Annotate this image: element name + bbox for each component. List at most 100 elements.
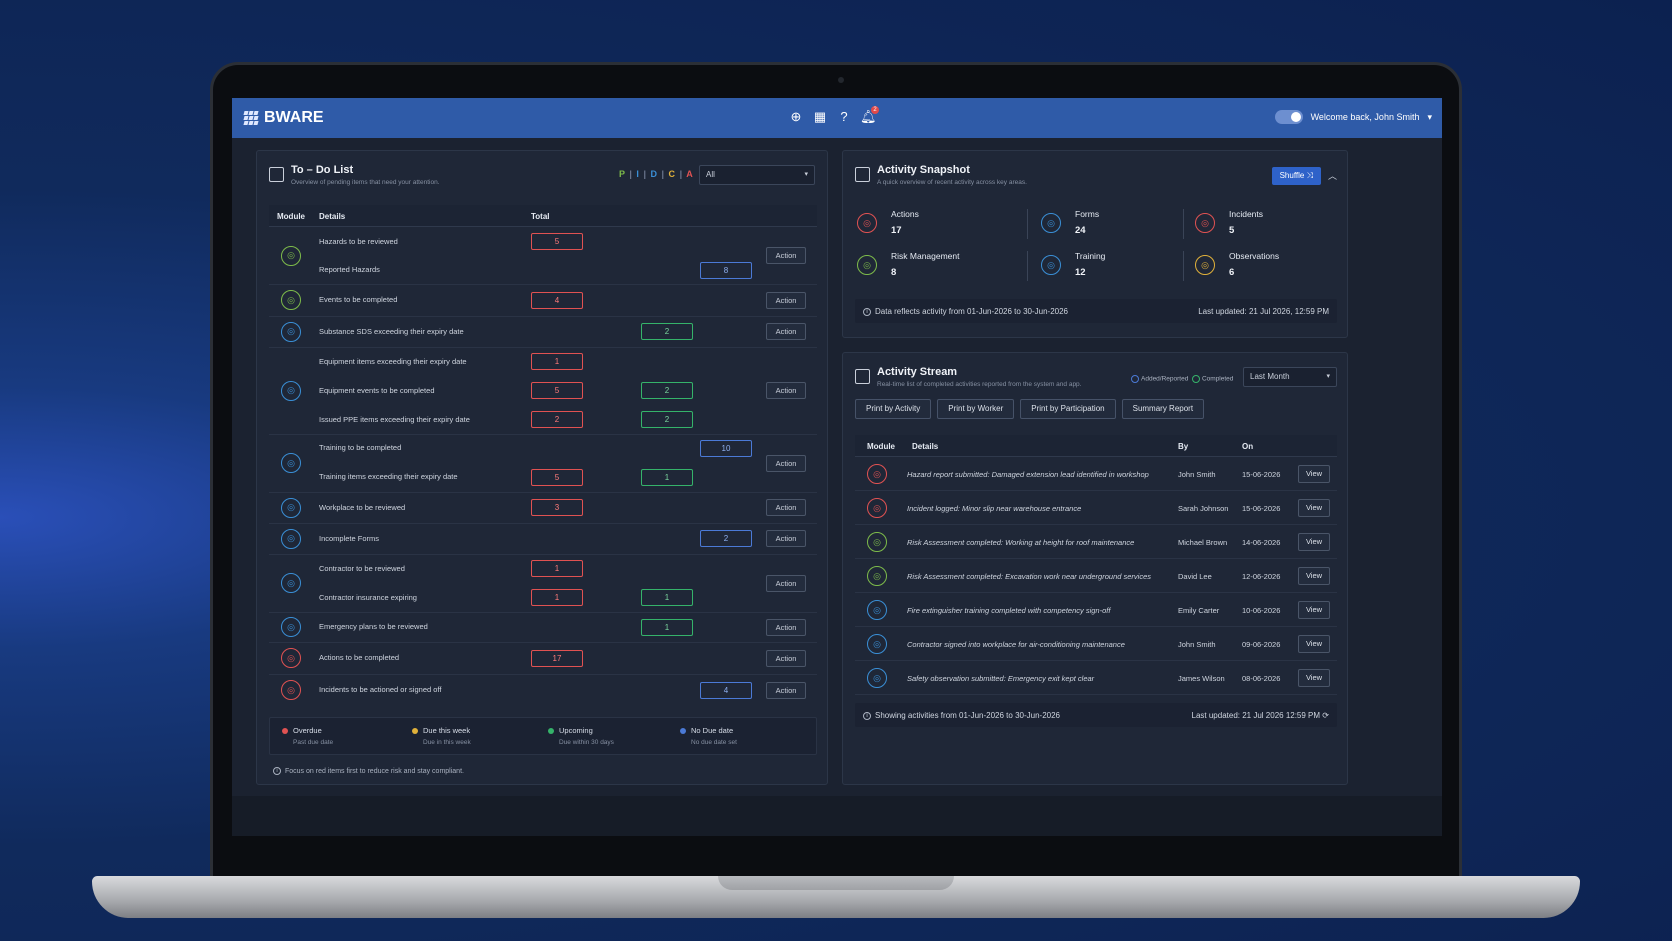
count-badge-blue[interactable]: 2 — [700, 530, 752, 547]
stat-value: 5 — [1229, 225, 1235, 236]
action-button[interactable]: Action — [766, 681, 806, 699]
refresh-icon[interactable]: ⟳ — [1322, 711, 1329, 720]
print-by-participation-button[interactable]: Print by Participation — [1020, 399, 1116, 419]
print-button-row: Print by Activity Print by Worker Print … — [855, 399, 1205, 419]
count-badge-red[interactable]: 5 — [531, 382, 583, 399]
notification-badge: 2 — [871, 106, 879, 114]
count-badge-green[interactable]: 1 — [641, 468, 693, 486]
app-screen: BWARE ⊕ ▦ ? 🔔︎ 2 Welcome back, John Smith… — [232, 98, 1442, 836]
col-on: On — [1242, 442, 1254, 451]
substance-icon: ◎ — [281, 321, 301, 342]
theme-toggle[interactable] — [1274, 110, 1303, 124]
stream-detail: Safety observation submitted: Emergency … — [907, 674, 1095, 683]
todo-row-detail: Training items exceeding their expiry da… — [319, 472, 458, 481]
observation-icon: ◎ — [1195, 255, 1215, 275]
col-details: Details — [912, 442, 939, 451]
stream-row: ◎ Risk Assessment completed: Working at h… — [855, 525, 1337, 559]
todo-row-detail: Emergency plans to be reviewed — [319, 622, 428, 631]
stream-status-legend: Added/Reported Completed — [1131, 375, 1233, 383]
action-button[interactable]: Action — [766, 499, 806, 516]
count-badge-red[interactable]: 17 — [531, 649, 583, 667]
action-button[interactable]: Action — [766, 454, 806, 472]
view-button[interactable]: View — [1298, 601, 1330, 619]
filter-letter-p[interactable]: P — [619, 169, 626, 179]
count-badge-blue[interactable]: 8 — [700, 261, 752, 279]
print-by-activity-button[interactable]: Print by Activity — [855, 399, 932, 419]
shuffle-icon: ⤨ — [1306, 171, 1313, 180]
count-badge-red[interactable]: 2 — [531, 411, 583, 428]
rocket-icon: ◎ — [857, 213, 877, 233]
brand-logo[interactable]: BWARE — [243, 109, 324, 127]
view-button[interactable]: View — [1298, 567, 1330, 585]
count-badge-green[interactable]: 2 — [641, 411, 693, 428]
count-badge-green[interactable]: 1 — [641, 589, 693, 606]
action-button[interactable]: Action — [766, 649, 806, 667]
filter-letter-i[interactable]: I — [636, 169, 640, 179]
shuffle-button[interactable]: Shuffle ⤨ — [1271, 167, 1321, 185]
stream-by: Michael Brown — [1178, 538, 1228, 547]
snapshot-subtitle: A quick overview of recent activity acro… — [877, 179, 1027, 186]
stream-detail: Hazard report submitted: Damaged extensi… — [907, 470, 1149, 479]
stat-value: 17 — [891, 225, 902, 236]
todo-row-detail: Equipment items exceeding their expiry d… — [319, 356, 467, 366]
help-icon[interactable]: ? — [836, 109, 852, 125]
stream-row: ◎ Incident logged: Minor slip near wareho… — [855, 491, 1337, 525]
count-badge-red[interactable]: 5 — [531, 468, 583, 486]
action-button[interactable]: Action — [766, 291, 806, 309]
view-button[interactable]: View — [1298, 669, 1330, 687]
count-badge-red[interactable]: 1 — [531, 589, 583, 606]
stream-footer: i Showing activities from 01-Jun-2026 to … — [855, 703, 1337, 727]
legend-overdue: Overdue Past due date — [282, 726, 333, 746]
module-icon: ◎ — [867, 532, 887, 552]
action-button[interactable]: Action — [766, 382, 806, 399]
count-badge-blue[interactable]: 4 — [700, 681, 752, 699]
apps-grid-icon[interactable]: ▦ — [812, 109, 828, 125]
laptop-base — [92, 876, 1580, 918]
count-badge-red[interactable]: 1 — [531, 560, 583, 577]
legend-upcoming: Upcoming Due within 30 days — [548, 726, 614, 746]
todo-subtitle: Overview of pending items that need your… — [291, 179, 440, 186]
todo-filter-select[interactable]: All — [699, 165, 815, 185]
add-circle-icon[interactable]: ⊕ — [788, 109, 804, 125]
filter-letter-a[interactable]: A — [686, 169, 694, 179]
action-button[interactable]: Action — [766, 323, 806, 340]
print-by-worker-button[interactable]: Print by Worker — [937, 399, 1015, 419]
count-badge-red[interactable]: 3 — [531, 499, 583, 516]
filter-letter-c[interactable]: C — [669, 169, 677, 179]
info-icon: i — [863, 711, 871, 720]
bell-icon[interactable]: 🔔︎ 2 — [860, 106, 879, 125]
count-badge-green[interactable]: 2 — [641, 382, 693, 399]
collapse-icon[interactable]: ︿ — [1328, 169, 1337, 182]
view-button[interactable]: View — [1298, 499, 1330, 517]
module-filter-letters[interactable]: P | I | D | C | A — [619, 169, 694, 179]
stat-label: Actions — [891, 209, 919, 219]
todo-row-detail: Contractor to be reviewed — [319, 563, 405, 573]
view-button[interactable]: View — [1298, 465, 1330, 483]
stream-on: 15-06-2026 — [1242, 504, 1281, 513]
view-button[interactable]: View — [1298, 635, 1330, 653]
col-total: Total — [531, 212, 550, 221]
stat-value: 24 — [1075, 225, 1086, 236]
filter-letter-d[interactable]: D — [650, 169, 658, 179]
summary-report-button[interactable]: Summary Report — [1121, 399, 1205, 419]
info-icon: i — [273, 767, 281, 775]
action-button[interactable]: Action — [766, 530, 806, 547]
checklist-icon — [269, 167, 284, 182]
action-button[interactable]: Action — [766, 618, 806, 636]
todo-row-detail: Contractor insurance expiring — [319, 592, 417, 602]
count-badge-green[interactable]: 2 — [641, 323, 693, 340]
count-badge-green[interactable]: 1 — [641, 618, 693, 636]
count-badge-red[interactable]: 4 — [531, 291, 583, 309]
user-menu[interactable]: Welcome back, John Smith ▾ — [1274, 110, 1432, 124]
count-badge-red[interactable]: 5 — [531, 233, 583, 250]
action-button[interactable]: Action — [766, 574, 806, 592]
activity-snapshot-panel: Activity Snapshot A quick overview of re… — [842, 150, 1348, 338]
stream-period-select[interactable]: Last Month — [1243, 367, 1337, 387]
count-badge-blue[interactable]: 10 — [700, 439, 752, 457]
action-button[interactable]: Action — [766, 247, 806, 264]
count-badge-red[interactable]: 1 — [531, 353, 583, 370]
stat-value: 12 — [1075, 267, 1086, 278]
view-button[interactable]: View — [1298, 533, 1330, 551]
col-by: By — [1178, 442, 1189, 451]
todo-row-detail: Hazards to be reviewed — [319, 236, 398, 246]
